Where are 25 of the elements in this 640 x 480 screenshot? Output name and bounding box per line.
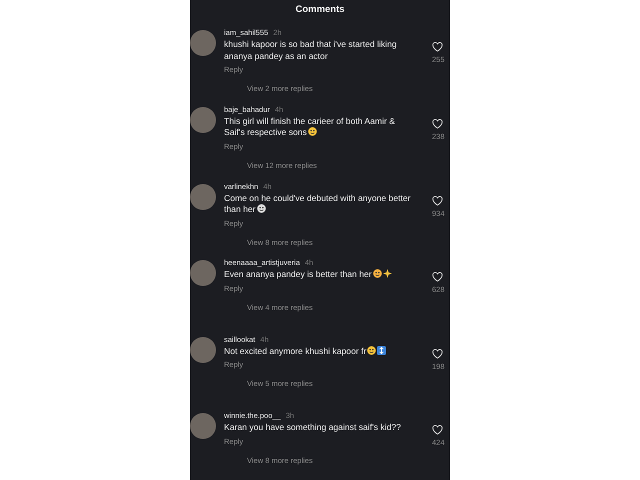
comment-text: Come on he could've debuted with anyone better than her [224,192,412,216]
sparkle-icon [382,269,392,278]
avatar-photo-placeholder[interactable] [190,30,216,56]
comment-text: Even ananya pandey is better than her [224,269,414,281]
heart-icon[interactable] [432,425,443,436]
emoji-icon [308,127,317,136]
emoji-icon [256,204,266,213]
avatar-photo-placeholder[interactable] [190,413,216,440]
heart-icon[interactable] [432,348,443,359]
avatar-photo-placeholder[interactable] [190,336,216,363]
comment-text: khushi kapoor is so bad that i've started liking ananya pandey as an actor [224,39,398,62]
comment-text: Karan you have something against saif's kid?? [224,422,402,434]
avatar-photo-placeholder[interactable] [190,184,216,210]
heart-icon[interactable] [432,118,443,129]
avatar-photo-placeholder[interactable] [190,260,216,286]
avatar-photo-placeholder[interactable] [190,106,216,133]
heart-icon[interactable] [432,272,443,282]
emoji-icon [367,346,376,355]
header-title: Comments [294,3,346,17]
comment-text: Not excited anymore khushi kapoor fr [224,346,414,358]
heart-icon[interactable] [432,196,443,206]
arrow-icon [377,346,386,355]
comment-text: This girl will finish the carieer of both Aamir & Saif's respective sons [224,116,396,139]
heart-icon[interactable] [432,42,443,52]
emoji-icon [372,269,382,278]
